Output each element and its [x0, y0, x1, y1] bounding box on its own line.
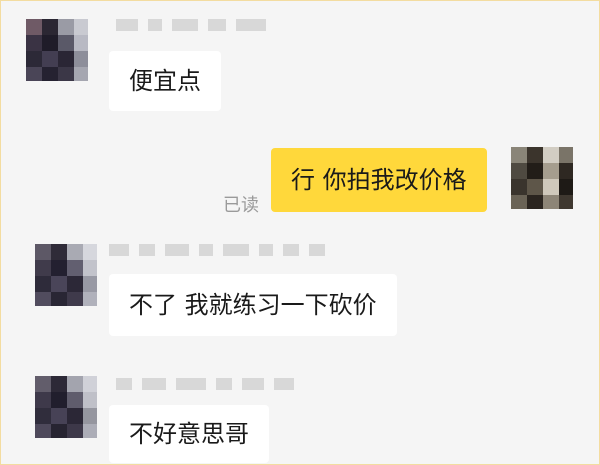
contact-avatar[interactable] — [35, 244, 97, 306]
message-bubble-outgoing[interactable]: 行 你拍我改价格 — [271, 148, 487, 212]
read-receipt: 已读 — [223, 195, 259, 216]
message-bubble-incoming[interactable]: 便宜点 — [109, 51, 221, 111]
contact-name-pixelated — [109, 244, 325, 256]
message-bubble-incoming[interactable]: 不好意思哥 — [109, 405, 269, 463]
message-text: 不好意思哥 — [129, 420, 249, 448]
contact-name-pixelated — [116, 378, 294, 390]
message-text: 行 你拍我改价格 — [291, 166, 467, 194]
message-bubble-incoming[interactable]: 不了 我就练习一下砍价 — [109, 274, 397, 336]
contact-name-pixelated — [116, 19, 266, 31]
my-avatar[interactable] — [511, 147, 573, 209]
message-text: 便宜点 — [129, 67, 201, 95]
contact-avatar[interactable] — [35, 376, 97, 438]
message-text: 不了 我就练习一下砍价 — [129, 291, 377, 319]
chat-window: 便宜点 已读 行 你拍我改价格 不了 我就练习一下砍价 不好意思哥 — [0, 0, 600, 465]
contact-avatar[interactable] — [26, 19, 88, 81]
